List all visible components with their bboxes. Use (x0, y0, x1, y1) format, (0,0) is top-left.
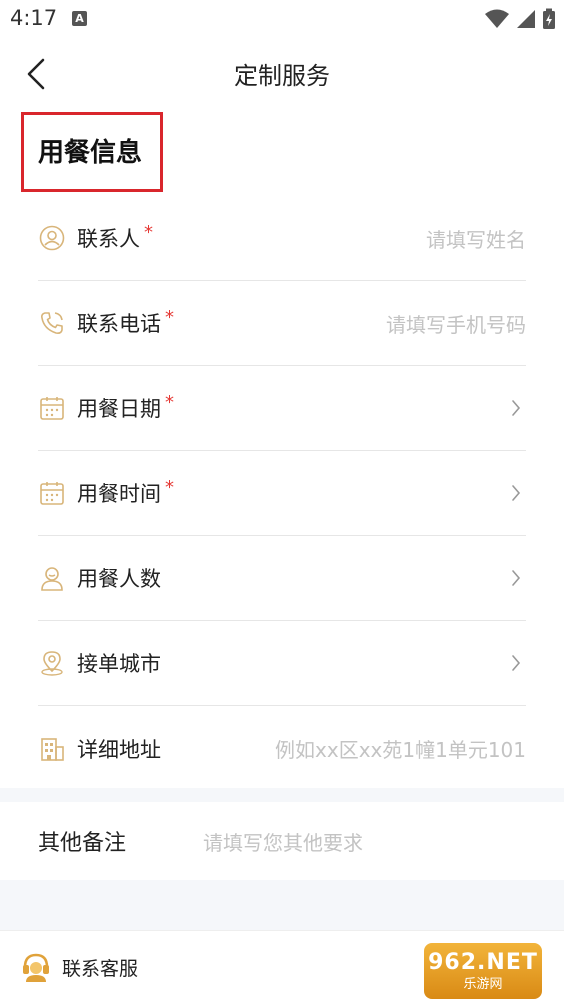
status-icons (484, 8, 556, 30)
nav-bar: 定制服务 (0, 42, 564, 102)
row-label: 用餐时间 (77, 482, 161, 506)
required-mark: * (144, 221, 153, 243)
page-title: 定制服务 (234, 62, 330, 90)
row-label: 用餐人数 (77, 567, 161, 591)
watermark-logo: 962.NET 乐游网 (424, 943, 542, 999)
form-row-city[interactable]: 接单城市 (38, 621, 526, 706)
row-label: 用餐日期 (77, 397, 161, 421)
location-icon (38, 649, 66, 677)
contact-support-button[interactable]: 联系客服 (20, 951, 138, 983)
row-label: 联系人 (77, 227, 140, 251)
battery-icon (543, 8, 555, 29)
form-row-contact[interactable]: 联系人 * 请填写姓名 (38, 196, 526, 281)
form-row-time[interactable]: 用餐时间 * (38, 451, 526, 536)
address-input[interactable]: 例如xx区xx苑1幢1单元101 (165, 734, 526, 763)
calendar-icon (38, 479, 66, 507)
remark-input[interactable]: 请填写您其他要求 (203, 827, 363, 856)
status-time: 4:17 (10, 6, 58, 30)
watermark-bottom: 乐游网 (463, 977, 503, 992)
row-label: 接单城市 (77, 652, 161, 676)
headset-icon (23, 953, 49, 982)
building-icon (38, 735, 66, 763)
person-icon (38, 564, 66, 592)
required-mark: * (165, 391, 174, 413)
name-input[interactable]: 请填写姓名 (153, 224, 526, 253)
signal-icon (517, 10, 535, 28)
section-title: 用餐信息 (38, 138, 143, 168)
row-label: 联系电话 (77, 312, 161, 336)
chevron-right-icon (506, 653, 526, 673)
calendar-icon (38, 394, 66, 422)
status-bar: 4:17 A (0, 0, 564, 38)
phone-icon (38, 309, 66, 337)
chevron-right-icon (506, 568, 526, 588)
form-row-people[interactable]: 用餐人数 (38, 536, 526, 621)
contact-person-icon (38, 224, 66, 252)
watermark-top: 962.NET (428, 950, 538, 975)
remark-row[interactable]: 其他备注 请填写您其他要求 (0, 802, 564, 880)
form-row-address[interactable]: 详细地址 例如xx区xx苑1幢1单元101 (38, 706, 526, 791)
required-mark: * (165, 306, 174, 328)
form-row-date[interactable]: 用餐日期 * (38, 366, 526, 451)
required-mark: * (165, 476, 174, 498)
section-divider (0, 788, 564, 802)
phone-input[interactable]: 请填写手机号码 (174, 309, 526, 338)
row-label: 详细地址 (77, 737, 161, 762)
notification-a-icon: A (72, 11, 87, 26)
form-row-phone[interactable]: 联系电话 * 请填写手机号码 (38, 281, 526, 366)
remark-label: 其他备注 (38, 831, 127, 856)
chevron-right-icon (506, 398, 526, 418)
section-divider (0, 880, 564, 930)
chevron-right-icon (506, 483, 526, 503)
footer-bar: 联系客服 962.NET 乐游网 (0, 930, 564, 1004)
wifi-icon (485, 9, 509, 28)
support-label: 联系客服 (62, 957, 139, 980)
